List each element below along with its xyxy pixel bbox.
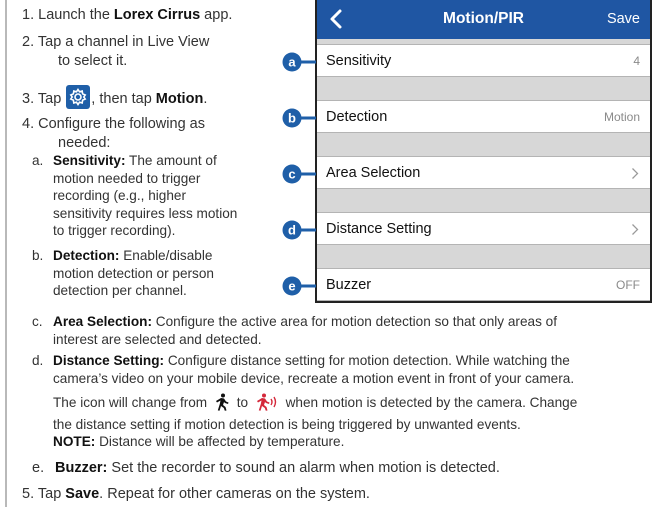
setting-row-buzzer[interactable]: Buzzer OFF — [317, 268, 650, 301]
person-motion-icon — [255, 393, 279, 416]
sensitivity-value: 4 — [633, 54, 640, 68]
svg-text:e: e — [288, 279, 295, 294]
app-name: Lorex Cirrus — [113, 7, 201, 23]
save-label: Save — [65, 486, 100, 502]
item-b-detection: b. Detection: Enable/disable motion detec… — [32, 248, 214, 298]
step-2: 2. Tap a channel in Live View to select … — [22, 34, 210, 69]
callout-d: d — [282, 220, 316, 240]
detection-value: Motion — [603, 110, 640, 124]
item-d-distance-setting: d. Distance Setting: Configure distance s… — [32, 353, 578, 449]
setting-row-distance-setting[interactable]: Distance Setting — [317, 212, 650, 245]
step-3: 3. Tap , then tap Motion. — [22, 85, 207, 109]
gear-icon — [66, 85, 91, 109]
callout-a: a — [282, 52, 316, 72]
item-c-area-selection: c. Area Selection: Configure the active a… — [32, 314, 557, 347]
svg-text:a: a — [288, 55, 296, 70]
item-e-buzzer: e. Buzzer: Set the recorder to sound an a… — [32, 460, 500, 476]
svg-text:d: d — [288, 223, 296, 238]
callout-b: b — [282, 108, 316, 128]
setting-row-area-selection[interactable]: Area Selection — [317, 156, 650, 189]
step-number: 1. — [22, 7, 35, 23]
setting-row-detection[interactable]: Detection Motion — [317, 100, 650, 133]
step-1: 1. Launch the Lorex Cirrus app. — [22, 7, 233, 23]
callout-e: e — [282, 276, 316, 296]
note-label: NOTE: — [53, 434, 96, 449]
save-button[interactable]: Save — [607, 11, 640, 27]
step-5: 5. Tap Save. Repeat for other cameras on… — [22, 486, 370, 502]
svg-text:c: c — [288, 167, 295, 182]
nav-bar: Motion/PIR Save — [317, 0, 650, 39]
buzzer-value: OFF — [616, 278, 640, 292]
person-walking-icon — [214, 393, 230, 416]
chevron-right-icon — [631, 223, 639, 240]
setting-row-sensitivity[interactable]: Sensitivity 4 — [317, 44, 650, 77]
app-screenshot: Motion/PIR Save Sensitivity 4 Detection … — [315, 0, 652, 303]
left-margin-rule — [5, 0, 7, 507]
motion-label: Motion — [155, 91, 204, 107]
step-4: 4. Configure the following as needed: — [22, 116, 205, 151]
svg-text:b: b — [288, 111, 296, 126]
callout-c: c — [282, 164, 316, 184]
screen-title: Motion/PIR — [443, 10, 524, 27]
item-a-sensitivity: a. Sensitivity: The amount of motion need… — [32, 153, 238, 238]
chevron-right-icon — [631, 167, 639, 184]
